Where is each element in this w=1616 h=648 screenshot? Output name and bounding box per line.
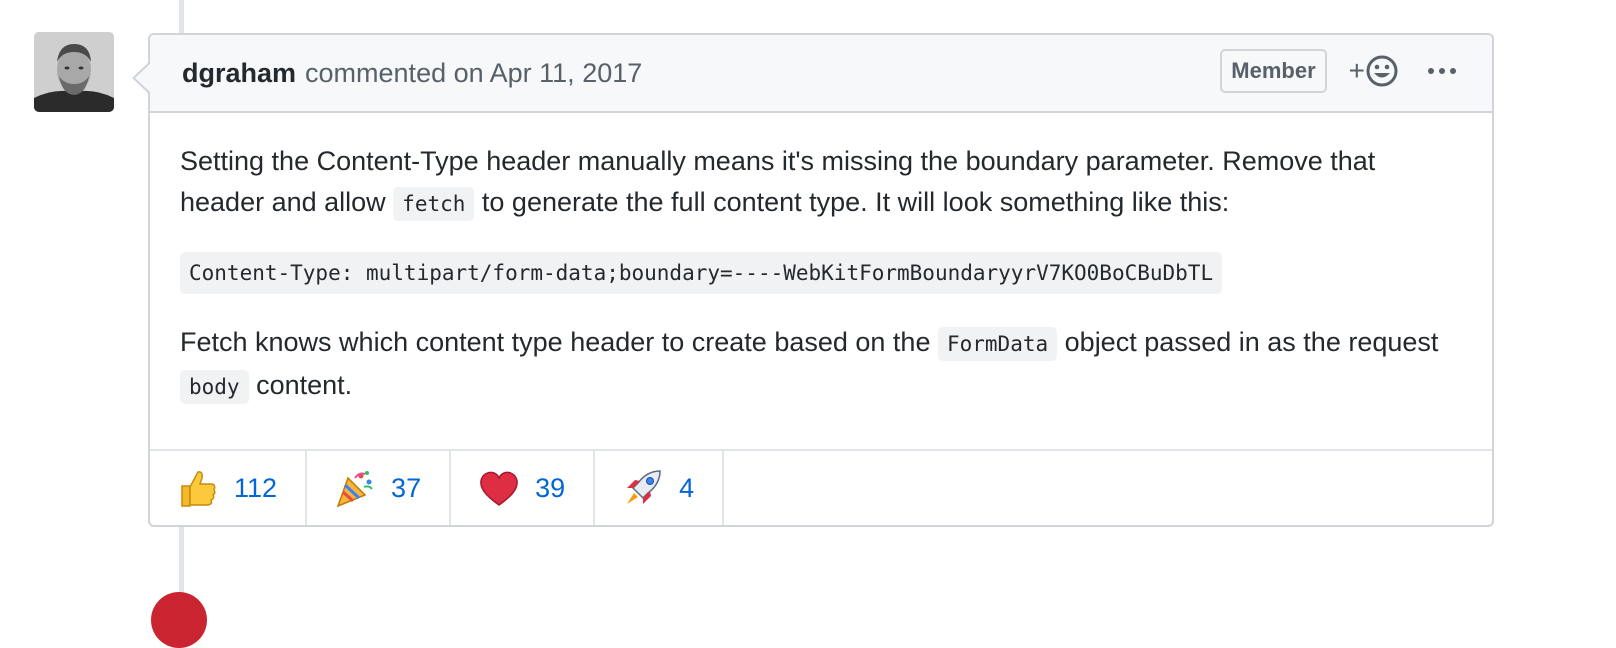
inline-code: FormData [937, 327, 1058, 361]
paragraph: Fetch knows which content type header to… [180, 322, 1462, 408]
code-block: Content-Type: multipart/form-data;bounda… [180, 252, 1223, 294]
reaction-heart[interactable]: 39 [451, 451, 596, 525]
inline-code: fetch [393, 187, 475, 221]
reaction-hooray[interactable]: 37 [307, 451, 452, 525]
add-reaction-button[interactable]: + [1349, 55, 1398, 87]
comment-box: dgraham commented on Apr 11, 2017 Member… [132, 33, 1494, 527]
inline-code: body [180, 370, 249, 404]
reactions-bar: 112 37 39 4 [150, 449, 1492, 525]
thumbs-up-icon [181, 471, 216, 507]
avatar[interactable] [34, 32, 114, 112]
comment-actions: Member + [1220, 49, 1456, 93]
rocket-icon [627, 470, 661, 504]
comment-body: Setting the Content-Type header manually… [150, 113, 1492, 408]
heart-icon [480, 471, 518, 506]
timeline-event-badge [151, 592, 207, 648]
comment-header: dgraham commented on Apr 11, 2017 Member… [150, 35, 1492, 113]
comment-timestamp[interactable]: commented on Apr 11, 2017 [305, 58, 642, 89]
party-popper-icon [336, 471, 373, 508]
reaction-rocket[interactable]: 4 [595, 451, 725, 525]
reaction-thumbs-up[interactable]: 112 [150, 451, 308, 525]
plus-icon: + [1348, 55, 1365, 86]
paragraph: Setting the Content-Type header manually… [180, 141, 1462, 225]
role-badge: Member [1220, 49, 1327, 93]
more-options-icon[interactable] [1428, 68, 1456, 74]
author-link[interactable]: dgraham [182, 58, 296, 89]
smiley-icon [1366, 55, 1398, 87]
